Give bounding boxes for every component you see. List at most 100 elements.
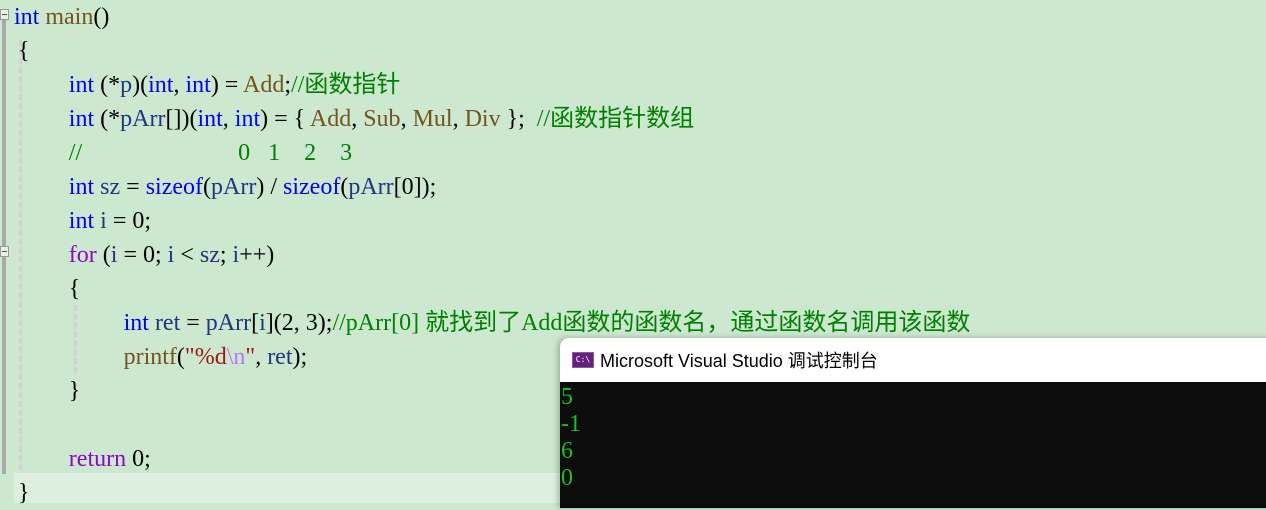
code-token: pArr xyxy=(205,310,252,336)
debug-console-window[interactable]: C:\ Microsoft Visual Studio 调试控制台 5 -1 6… xyxy=(560,338,1266,508)
code-token: , xyxy=(400,106,413,132)
code-token: sizeof xyxy=(145,174,203,200)
code-token: ++) xyxy=(239,242,275,268)
code-token: ( xyxy=(176,344,185,370)
code-line[interactable]: int (*p)(int, int) = Add;//函数指针 xyxy=(69,68,401,102)
code-token: int xyxy=(185,72,211,98)
code-token: , xyxy=(222,106,235,132)
code-token: ( xyxy=(203,174,211,200)
code-token: Add xyxy=(243,72,285,98)
code-token: ](2, 3); xyxy=(265,310,333,336)
collapse-main-icon[interactable] xyxy=(0,9,9,20)
code-token: , xyxy=(351,106,364,132)
code-line[interactable]: int ret = pArr[i](2, 3);//pArr[0] 就找到了Ad… xyxy=(124,306,971,340)
code-token: } xyxy=(68,378,81,404)
code-token: \n xyxy=(226,344,246,370)
indent-guide xyxy=(19,40,22,470)
code-token: main xyxy=(45,4,94,30)
code-token: int xyxy=(68,106,95,132)
code-token: int xyxy=(68,208,95,234)
code-token: = 0; xyxy=(117,242,168,268)
collapse-for-icon[interactable] xyxy=(0,246,9,257)
code-token: "%d xyxy=(184,344,227,370)
code-token: () xyxy=(93,4,110,30)
outline-bar xyxy=(2,12,6,474)
code-token: { xyxy=(68,276,81,302)
code-token: pArr xyxy=(211,174,257,200)
output-line: 0 xyxy=(561,465,573,491)
indent-guide xyxy=(74,305,77,373)
code-token: ) = xyxy=(210,72,244,98)
code-token: 0; xyxy=(126,446,151,472)
code-token: ) = { xyxy=(260,106,310,132)
code-line[interactable]: printf("%d\n", ret); xyxy=(124,340,308,374)
console-output: 5 -1 6 0 xyxy=(560,382,1266,492)
code-token: [0]); xyxy=(393,174,437,200)
code-token: int xyxy=(14,4,40,30)
code-token: (* xyxy=(94,72,121,98)
code-line[interactable]: int (*pArr[])(int, int) = { Add, Sub, Mu… xyxy=(69,102,694,136)
code-line[interactable]: int sz = sizeof(pArr) / sizeof(pArr[0]); xyxy=(69,170,437,204)
code-token: i xyxy=(100,208,107,234)
code-token: { xyxy=(18,38,30,64)
code-line[interactable]: for (i = 0; i < sz; i++) xyxy=(69,238,274,272)
code-token: for xyxy=(68,242,97,268)
code-token: int xyxy=(68,72,95,98)
code-token: ) / xyxy=(256,174,283,200)
code-token: int xyxy=(234,106,261,132)
code-token: //函数指针 xyxy=(291,72,401,98)
code-token: int xyxy=(123,310,149,336)
code-token: ; xyxy=(219,242,233,268)
code-token: )( xyxy=(132,72,149,98)
code-line[interactable]: } xyxy=(69,374,81,408)
code-line[interactable]: return 0; xyxy=(69,442,151,476)
code-token: Add xyxy=(309,106,352,132)
code-token: [ xyxy=(251,310,260,336)
code-token: int xyxy=(197,106,223,132)
code-line[interactable]: { xyxy=(69,272,81,306)
output-line: 6 xyxy=(561,438,573,464)
code-token: Mul xyxy=(412,106,453,132)
code-token: [])( xyxy=(165,106,198,132)
code-token: ret xyxy=(154,310,181,336)
code-token: sz xyxy=(199,242,220,268)
code-token: Div xyxy=(464,106,501,132)
code-token: ret xyxy=(267,344,293,370)
code-line[interactable]: // 0 1 2 3 xyxy=(69,136,352,170)
output-line: 5 xyxy=(561,384,573,410)
code-token: pArr xyxy=(120,106,166,132)
code-token: " xyxy=(245,344,256,370)
code-token: p xyxy=(120,72,133,98)
code-token: // 0 1 2 3 xyxy=(68,140,353,166)
code-token: (* xyxy=(94,106,121,132)
code-token: Sub xyxy=(363,106,401,132)
output-line: -1 xyxy=(561,411,581,437)
code-line[interactable]: { xyxy=(18,34,30,68)
code-line[interactable]: } xyxy=(18,476,30,510)
code-line[interactable]: int i = 0; xyxy=(69,204,151,238)
code-token: //函数指针数组 xyxy=(536,106,695,132)
code-token: printf xyxy=(123,344,177,370)
code-token: , xyxy=(255,344,268,370)
code-token: }; xyxy=(500,106,537,132)
code-token: , xyxy=(173,72,186,98)
code-token: return xyxy=(68,446,127,472)
console-title: Microsoft Visual Studio 调试控制台 xyxy=(600,351,878,371)
code-token: int xyxy=(148,72,174,98)
code-token: sizeof xyxy=(283,174,341,200)
vs-console-icon: C:\ xyxy=(572,352,594,368)
code-token: ( xyxy=(96,242,111,268)
code-token: < xyxy=(174,242,200,268)
code-token: } xyxy=(18,480,30,506)
code-line[interactable]: int main() xyxy=(14,0,109,34)
code-token: = xyxy=(180,310,206,336)
code-token: = 0; xyxy=(106,208,152,234)
code-token: int xyxy=(68,174,95,200)
code-token: = xyxy=(120,174,146,200)
code-token: //pArr[0] 就找到了Add函数的函数名，通过函数名调用该函数 xyxy=(332,310,971,336)
code-token: sz xyxy=(100,174,121,200)
code-token: ); xyxy=(292,344,308,370)
console-title-bar[interactable]: C:\ Microsoft Visual Studio 调试控制台 xyxy=(560,338,1266,382)
code-token: i xyxy=(259,310,266,336)
code-token: pArr xyxy=(348,174,394,200)
